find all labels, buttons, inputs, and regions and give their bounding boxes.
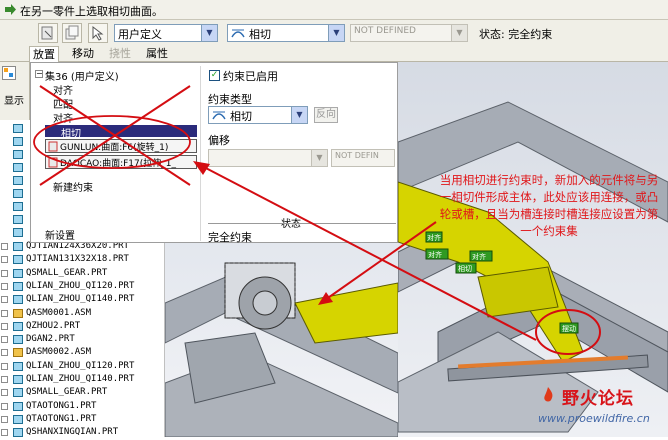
- flame-logo-icon: [544, 387, 553, 402]
- selection-circle: [33, 115, 191, 169]
- arrow-line: [324, 221, 437, 301]
- arrowhead-icon: [318, 292, 333, 305]
- watermark-url: www.proewildfire.cn: [538, 412, 650, 425]
- arrowhead-icon: [193, 161, 210, 175]
- annotation-text: 当用相切进行约束时，新加入的元件将与另一相切件形成主体，此处应该用连接，或凸轮或…: [439, 173, 659, 238]
- watermark-title: 野火论坛: [562, 389, 634, 409]
